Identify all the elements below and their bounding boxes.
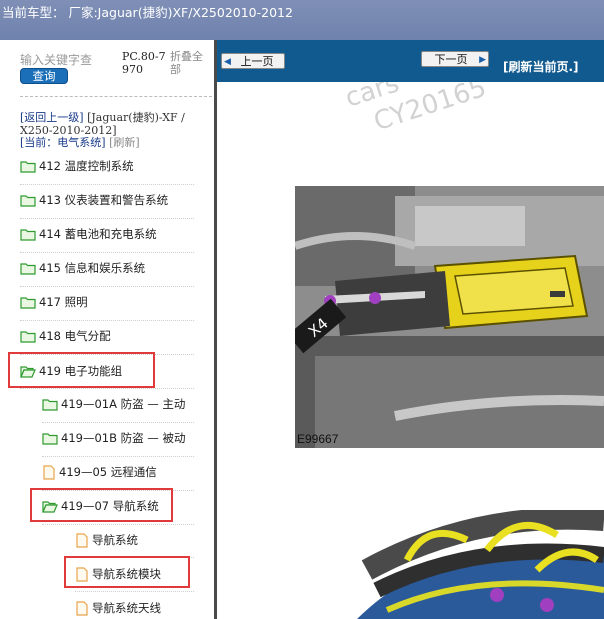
folder-icon (20, 262, 36, 275)
tree-item-label: 导航系统天线 (92, 601, 161, 615)
document-icon (76, 532, 88, 548)
title-bar: 当前车型： 厂家:Jaguar(捷豹)XF/X2502010-2012 (0, 0, 604, 40)
document-icon (43, 464, 55, 480)
tree-item-label: 415 信息和娱乐系统 (39, 261, 146, 275)
vehicle-title: 当前车型： 厂家:Jaguar(捷豹)XF/X2502010-2012 (2, 5, 293, 20)
tree-item-419-01a[interactable]: 419—01A 防盗 — 主动 (42, 394, 185, 414)
query-button[interactable]: 查询 (20, 68, 68, 84)
tree-item-419-05[interactable]: 419—05 远程通信 (42, 462, 157, 482)
tree-item-label: 418 电气分配 (39, 329, 111, 343)
tree-item-label: 419—01B 防盗 — 被动 (61, 431, 186, 445)
tree-item-label: 导航系统 (92, 533, 138, 547)
document-icon (76, 600, 88, 616)
folder-icon (20, 330, 36, 343)
tree-item-label: 414 蓄电池和充电系统 (39, 227, 157, 241)
tree-item-414[interactable]: 414 蓄电池和充电系统 (20, 224, 157, 244)
folder-icon (42, 432, 58, 445)
keyword-input[interactable] (20, 53, 120, 67)
divider (20, 96, 212, 97)
tree-item-label: 419—05 远程通信 (59, 465, 157, 479)
highlight-box (64, 556, 190, 588)
current-category: [当前：电气系统] (20, 136, 106, 149)
wiring-illustration (357, 510, 604, 619)
prev-page-label: 上一页 (240, 55, 274, 68)
content-area: cars CY20165 X4 E99667 (217, 82, 604, 619)
highlight-box (8, 352, 155, 388)
arrow-left-icon: ◀ (224, 57, 231, 67)
tree-item-419-01b[interactable]: 419—01B 防盗 — 被动 (42, 428, 185, 448)
tree-item-label: 417 照明 (39, 295, 88, 309)
pc-code-label: PC.80-7970 (122, 50, 166, 76)
separator (20, 286, 194, 287)
separator (42, 524, 194, 525)
back-link[interactable]: [返回上一级] (20, 111, 84, 124)
folder-icon (20, 194, 36, 207)
refresh-link[interactable]: [刷新] (109, 136, 140, 149)
separator (75, 591, 194, 592)
refresh-page-link[interactable]: [刷新当前页.] (503, 58, 579, 75)
tree-item-nav-system[interactable]: 导航系统 (75, 530, 138, 550)
folder-icon (20, 228, 36, 241)
separator (42, 456, 194, 457)
tree-item-label: 413 仪表装置和警告系统 (39, 193, 169, 207)
prev-page-button[interactable]: ◀ 上一页 (221, 53, 285, 69)
tree-item-nav-antenna[interactable]: 导航系统天线 (75, 598, 161, 618)
folder-icon (20, 160, 36, 173)
separator (20, 320, 194, 321)
next-page-button[interactable]: 下一页 ▶ (421, 51, 489, 67)
separator (20, 218, 194, 219)
tree-item-412[interactable]: 412 温度控制系统 (20, 156, 134, 176)
folder-icon (20, 296, 36, 309)
separator (20, 388, 194, 389)
arrow-right-icon: ▶ (479, 55, 486, 65)
tree-item-413[interactable]: 413 仪表装置和警告系统 (20, 190, 168, 210)
tree-item-label: 412 温度控制系统 (39, 159, 134, 173)
tree-item-415[interactable]: 415 信息和娱乐系统 (20, 258, 145, 278)
separator (20, 252, 194, 253)
next-page-label: 下一页 (434, 53, 468, 66)
collapse-all-link[interactable]: 折叠全部 (170, 50, 212, 76)
figure-code: E99667 (297, 432, 339, 446)
folder-icon (42, 398, 58, 411)
separator (20, 184, 194, 185)
breadcrumb: [返回上一级] [Jaguar(捷豹)-XF / X250-2010-2012]… (20, 111, 210, 150)
separator (42, 422, 194, 423)
highlight-box (30, 488, 173, 522)
nav-module-illustration: X4 E99667 (295, 186, 604, 448)
tree-item-417[interactable]: 417 照明 (20, 292, 88, 312)
tree-item-418[interactable]: 418 电气分配 (20, 326, 111, 346)
tree-item-label: 419—01A 防盗 — 主动 (61, 397, 186, 411)
